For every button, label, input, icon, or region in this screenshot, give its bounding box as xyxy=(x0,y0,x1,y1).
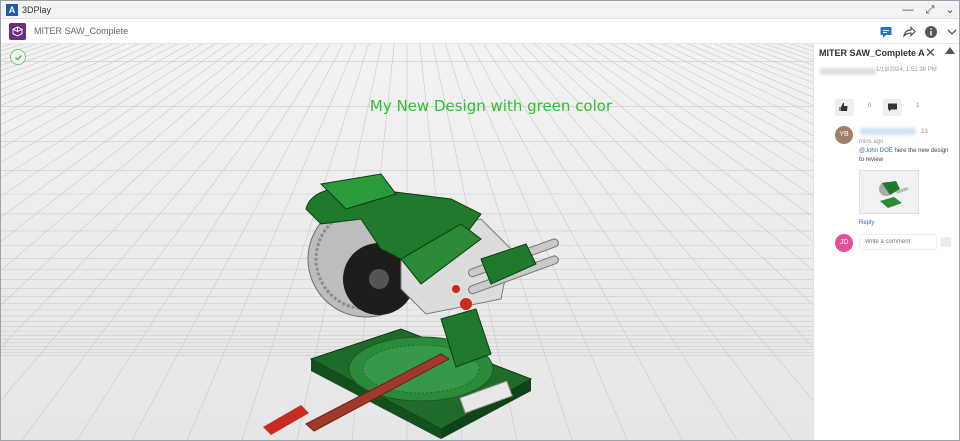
comment-text: @John DOE here the new design to review xyxy=(859,147,949,165)
like-count: 0 xyxy=(868,103,872,109)
comment-mention[interactable]: @John DOE xyxy=(859,148,893,154)
post-date: 1/19/2024, 1:51:38 PM xyxy=(876,67,937,73)
document-title: MITER SAW_Complete xyxy=(34,26,129,36)
comment-icon[interactable] xyxy=(879,25,893,39)
chevron-down-icon[interactable] xyxy=(945,25,959,39)
send-icon[interactable] xyxy=(941,237,951,247)
app-title: 3DPlay xyxy=(22,5,52,15)
thumbs-up-icon xyxy=(839,103,848,111)
comments-panel: MITER SAW_Complete A ✕ 1/19/2024, 1:51:3… xyxy=(813,44,959,440)
app-window: A 3DPlay — ⤢ ⌄ MITER SAW_Complete My New… xyxy=(0,0,960,441)
check-icon[interactable] xyxy=(10,49,26,65)
3d-viewport[interactable]: My New Design with green color xyxy=(1,44,813,440)
title-bar: A 3DPlay — ⤢ ⌄ xyxy=(1,1,959,19)
maximize-button[interactable]: ⤢ xyxy=(921,3,939,17)
comment-bubble-icon xyxy=(888,103,897,112)
comment-count: 1 xyxy=(916,103,920,109)
reply-link[interactable]: Reply xyxy=(859,220,874,226)
panel-title: MITER SAW_Complete A xyxy=(819,48,925,58)
app-logo-icon: A xyxy=(6,4,18,16)
avatar: YB xyxy=(835,126,853,144)
collapse-icon[interactable] xyxy=(945,47,955,54)
cube-icon xyxy=(9,23,26,40)
saw-thumbnail-image xyxy=(860,171,918,213)
comments-button[interactable] xyxy=(883,99,902,116)
comment-input[interactable] xyxy=(859,234,937,250)
share-icon[interactable] xyxy=(902,25,916,39)
minimize-button[interactable]: — xyxy=(899,3,917,17)
info-icon[interactable] xyxy=(924,25,938,39)
toolbar: MITER SAW_Complete xyxy=(1,19,959,44)
miter-saw-model[interactable] xyxy=(251,139,571,439)
post-author xyxy=(820,68,876,75)
like-button[interactable] xyxy=(835,99,854,116)
design-annotation: My New Design with green color xyxy=(369,97,613,115)
comment-attachment-thumbnail[interactable] xyxy=(859,170,919,214)
window-menu-button[interactable]: ⌄ xyxy=(941,3,959,17)
avatar: JD xyxy=(835,234,853,252)
comment-time: 23 mins ago xyxy=(859,129,928,145)
close-icon[interactable]: ✕ xyxy=(925,45,936,61)
